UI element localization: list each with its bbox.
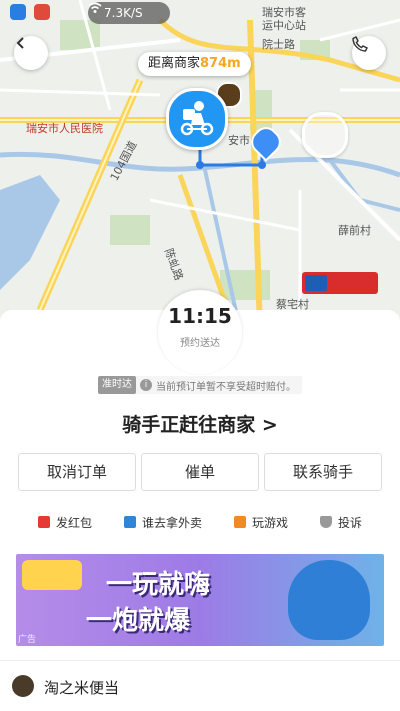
map-label-area: 安市 <box>228 134 250 147</box>
on-time-tag: 准时达 <box>98 376 136 394</box>
merchant-name: 淘之米便当 <box>44 679 120 697</box>
network-speed-indicator: 7.3K/S <box>88 2 170 24</box>
red-packet-icon <box>37 516 50 528</box>
call-button[interactable] <box>352 36 386 70</box>
back-button[interactable] <box>14 36 48 70</box>
gamepad-icon <box>233 516 246 528</box>
urge-order-button[interactable]: 催单 <box>141 453 259 491</box>
info-icon[interactable]: i <box>140 379 152 391</box>
locate-icon[interactable] <box>302 112 348 158</box>
quick-links: 发红包 谁去拿外卖 玩游戏 投诉 <box>0 510 400 534</box>
quick-link-label: 投诉 <box>337 515 362 530</box>
shark-mascot-icon <box>288 560 370 640</box>
distance-bubble: 距离商家874m <box>138 52 251 76</box>
app-icon <box>10 4 26 20</box>
rider-marker[interactable] <box>166 88 228 150</box>
quick-play-game[interactable]: 玩游戏 <box>233 510 288 534</box>
order-status-title[interactable]: 骑手正赶往商家 > <box>0 410 400 437</box>
quick-link-label: 谁去拿外卖 <box>141 515 202 530</box>
cancel-order-button[interactable]: 取消订单 <box>18 453 136 491</box>
network-speed-text: 7.3K/S <box>104 6 143 20</box>
delivery-time-label: 预约送达 <box>180 338 220 349</box>
map-label-road: 院士路 <box>262 38 295 51</box>
quick-red-packet[interactable]: 发红包 <box>37 510 92 534</box>
quick-complain[interactable]: 投诉 <box>319 510 362 534</box>
distance-prefix: 距离商家 <box>148 56 201 71</box>
ad-banner[interactable]: 一玩就嗨 一炮就爆 广告 <box>16 554 384 646</box>
delivery-brand-logo <box>302 272 378 294</box>
banner-line-2: 一炮就爆 <box>86 606 191 636</box>
ad-label: 广告 <box>18 635 37 645</box>
shield-icon <box>319 516 332 528</box>
dice-icon <box>123 516 136 528</box>
quick-link-label: 玩游戏 <box>251 515 288 530</box>
game-logo <box>22 560 82 590</box>
quick-link-label: 发红包 <box>55 515 92 530</box>
map-label-village: 薛前村 <box>338 224 371 237</box>
app-icon <box>34 4 50 20</box>
quick-who-picks[interactable]: 谁去拿外卖 <box>123 510 202 534</box>
distance-value: 874m <box>200 56 241 71</box>
delivery-time: 11:15 <box>168 304 232 328</box>
banner-line-1: 一玩就嗨 <box>106 570 211 600</box>
on-time-notice: 准时达 i 当前预订单暂不享受超时赔付。 <box>98 376 302 394</box>
status-bar: 7.3K/S <box>0 0 400 26</box>
action-button-row: 取消订单 催单 联系骑手 <box>18 453 382 491</box>
notice-text: 当前预订单暂不享受超时赔付。 <box>156 381 296 393</box>
merchant-bar[interactable]: 淘之米便当 <box>0 660 400 711</box>
contact-rider-button[interactable]: 联系骑手 <box>264 453 382 491</box>
delivery-time-circle: 11:15 预约送达 <box>158 290 242 374</box>
merchant-avatar <box>12 675 34 697</box>
map-label-station: 瑞安市客 运中心站 <box>262 6 306 32</box>
map-label-hospital: 瑞安市人民医院 <box>26 122 103 135</box>
map-view[interactable]: 7.3K/S 瑞安市客 运中心站 院士路 瑞安市人民医院 安市 104国道 陈虬… <box>0 0 400 330</box>
